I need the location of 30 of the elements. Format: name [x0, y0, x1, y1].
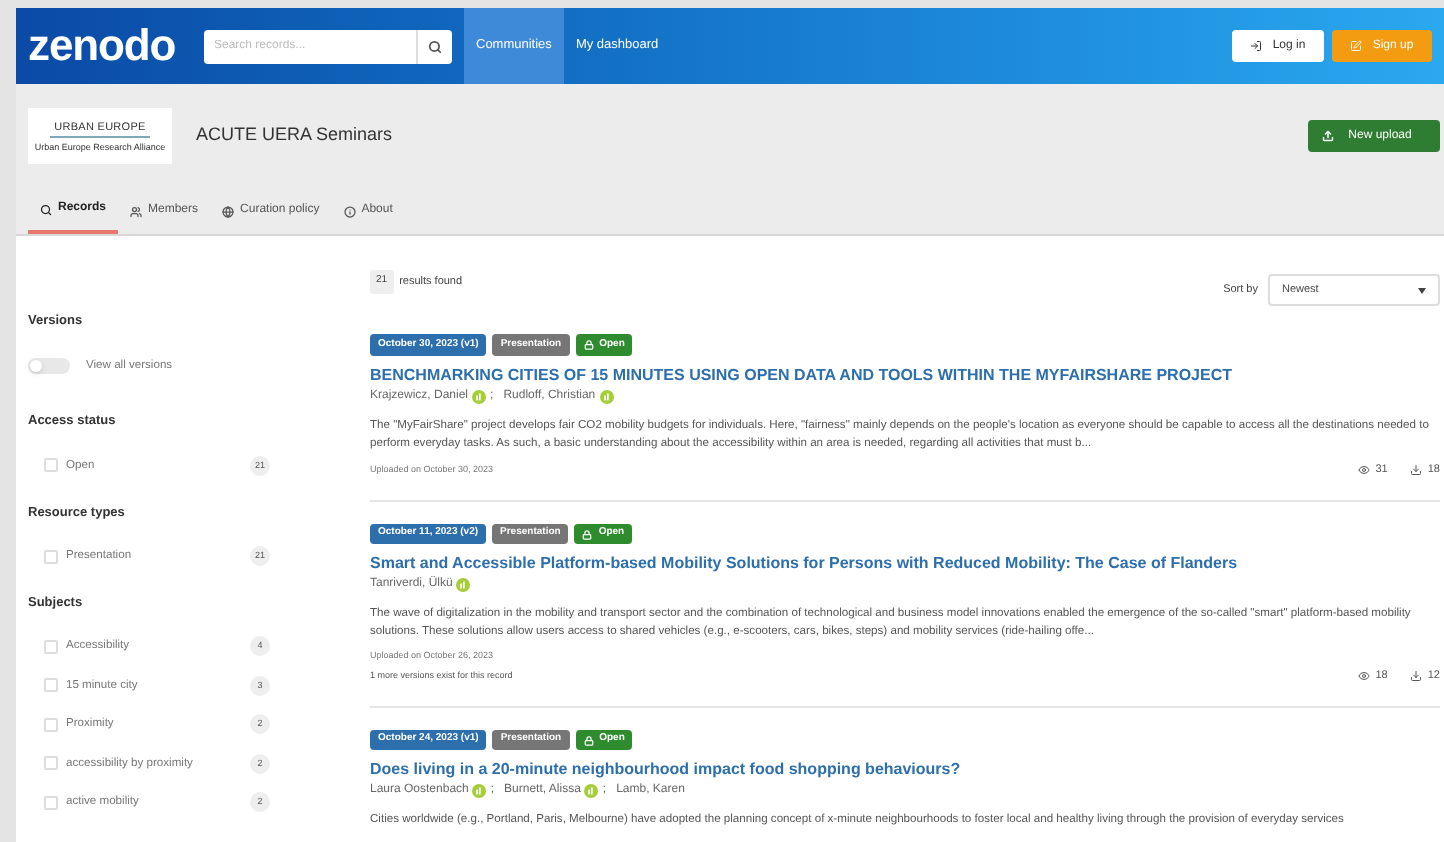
login-icon: [1250, 40, 1263, 52]
info-icon: [343, 205, 356, 217]
upload-icon: [1322, 130, 1334, 142]
edit-icon: [1350, 40, 1363, 52]
lock-icon: [582, 529, 593, 539]
community-title: ACUTE UERA Seminars: [196, 122, 393, 149]
eye-icon: [1357, 463, 1370, 476]
globe-icon: [222, 205, 235, 217]
download-icon: [1409, 669, 1422, 682]
users-icon: [130, 205, 143, 217]
search-button[interactable]: [416, 29, 452, 63]
checkbox[interactable]: [44, 549, 58, 564]
record-title[interactable]: Does living in a 20-minute neighbourhood impact food shopping behaviours?: [370, 758, 1440, 781]
checkbox[interactable]: [44, 458, 58, 473]
record-title[interactable]: Smart and Accessible Platform-based Mobility Solutions for Persons with Reduced Mobility: The Case of Flanders: [370, 552, 1440, 575]
lock-icon: [583, 339, 594, 350]
search-icon[interactable]: [428, 39, 442, 53]
record-title[interactable]: BENCHMARKING CITIES OF 15 MINUTES USING OPEN DATA AND TOOLS WITHIN THE MYFAIRSHARE PROJECT: [370, 363, 1440, 385]
checkbox[interactable]: [44, 756, 58, 771]
checkbox[interactable]: [44, 678, 58, 693]
checkbox[interactable]: [44, 639, 58, 654]
search-icon: [40, 203, 52, 215]
checkbox[interactable]: [44, 795, 58, 810]
checkbox[interactable]: [44, 717, 58, 732]
lock-icon: [583, 735, 594, 745]
eye-icon: [1357, 669, 1370, 682]
download-icon: [1409, 463, 1422, 476]
zenodo-logo[interactable]: zenodo: [28, 24, 204, 68]
caret-icon: [1418, 287, 1426, 293]
toggle-switch[interactable]: [28, 358, 70, 375]
